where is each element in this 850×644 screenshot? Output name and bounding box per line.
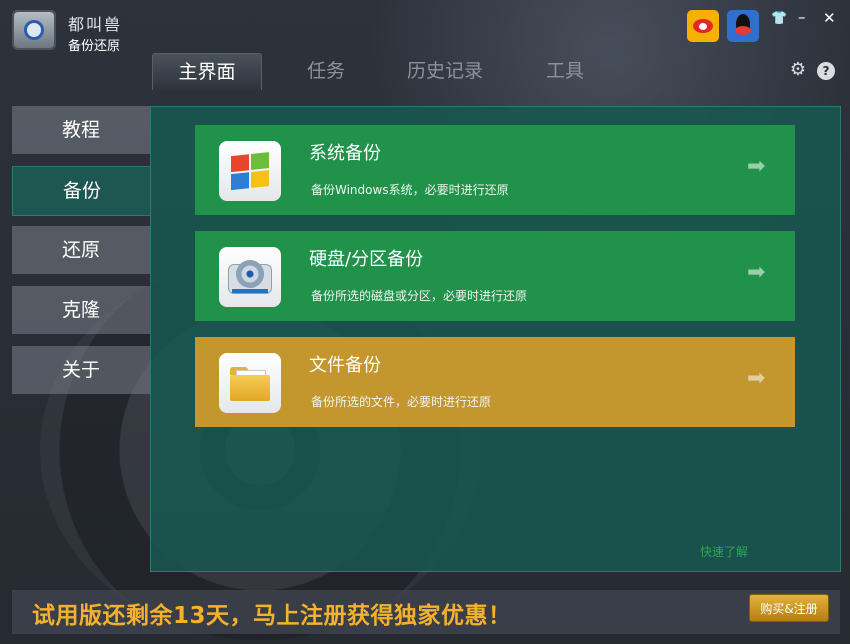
tab-main[interactable]: 主界面 — [152, 53, 262, 90]
file-backup-card[interactable]: 文件备份 备份所选的文件，必要时进行还原 ➡ — [195, 337, 795, 427]
card-title: 文件备份 — [309, 355, 381, 376]
qq-icon[interactable] — [727, 10, 759, 42]
sidebar-item-restore[interactable]: 还原 — [12, 226, 150, 274]
hard-disk-icon — [219, 247, 281, 307]
tab-history[interactable]: 历史记录 — [390, 53, 500, 89]
quick-learn-link[interactable]: 快速了解 — [700, 543, 748, 560]
card-description: 备份所选的文件，必要时进行还原 — [311, 395, 492, 409]
arrow-right-icon: ➡ — [747, 154, 766, 179]
sidebar-item-backup[interactable]: 备份 — [12, 166, 151, 216]
gear-icon[interactable]: ⚙ — [789, 61, 807, 79]
sidebar-item-tutorial[interactable]: 教程 — [12, 106, 150, 154]
app-window: 都叫兽 备份还原 👕 – ✕ 主界面 任务 历史记录 工具 ⚙ ? 教程 备份 … — [0, 0, 850, 644]
tab-tasks[interactable]: 任务 — [290, 53, 362, 89]
trial-notice: 试用版还剩余13天，马上注册获得独家优惠！ — [32, 603, 512, 629]
close-icon[interactable]: ✕ — [823, 9, 836, 27]
arrow-right-icon: ➡ — [747, 260, 766, 285]
disk-partition-backup-card[interactable]: 硬盘/分区备份 备份所选的磁盘或分区，必要时进行还原 ➡ — [195, 231, 795, 321]
footer-bar: 试用版还剩余13天，马上注册获得独家优惠！ 购买&注册 — [12, 590, 840, 634]
arrow-right-icon: ➡ — [747, 366, 766, 391]
product-name: 备份还原 — [68, 39, 121, 54]
sidebar-item-clone[interactable]: 克隆 — [12, 286, 150, 334]
card-title: 系统备份 — [309, 143, 381, 164]
help-icon[interactable]: ? — [817, 62, 835, 80]
folder-icon — [219, 353, 281, 413]
card-title: 硬盘/分区备份 — [309, 249, 424, 270]
card-description: 备份所选的磁盘或分区，必要时进行还原 — [311, 289, 528, 303]
card-description: 备份Windows系统，必要时进行还原 — [311, 183, 509, 197]
app-logo-icon — [12, 10, 56, 50]
buy-register-button[interactable]: 购买&注册 — [749, 594, 829, 622]
brand-name: 都叫兽 — [68, 15, 123, 34]
minimize-icon[interactable]: – — [798, 8, 806, 26]
system-backup-card[interactable]: 系统备份 备份Windows系统，必要时进行还原 ➡ — [195, 125, 795, 215]
tab-tools[interactable]: 工具 — [532, 53, 598, 89]
windows-logo-icon — [219, 141, 281, 201]
weibo-icon[interactable] — [687, 10, 719, 42]
content-panel: 系统备份 备份Windows系统，必要时进行还原 ➡ 硬盘/分区备份 备份所选的… — [150, 106, 841, 572]
skin-icon[interactable]: 👕 — [771, 11, 787, 26]
sidebar-item-about[interactable]: 关于 — [12, 346, 150, 394]
